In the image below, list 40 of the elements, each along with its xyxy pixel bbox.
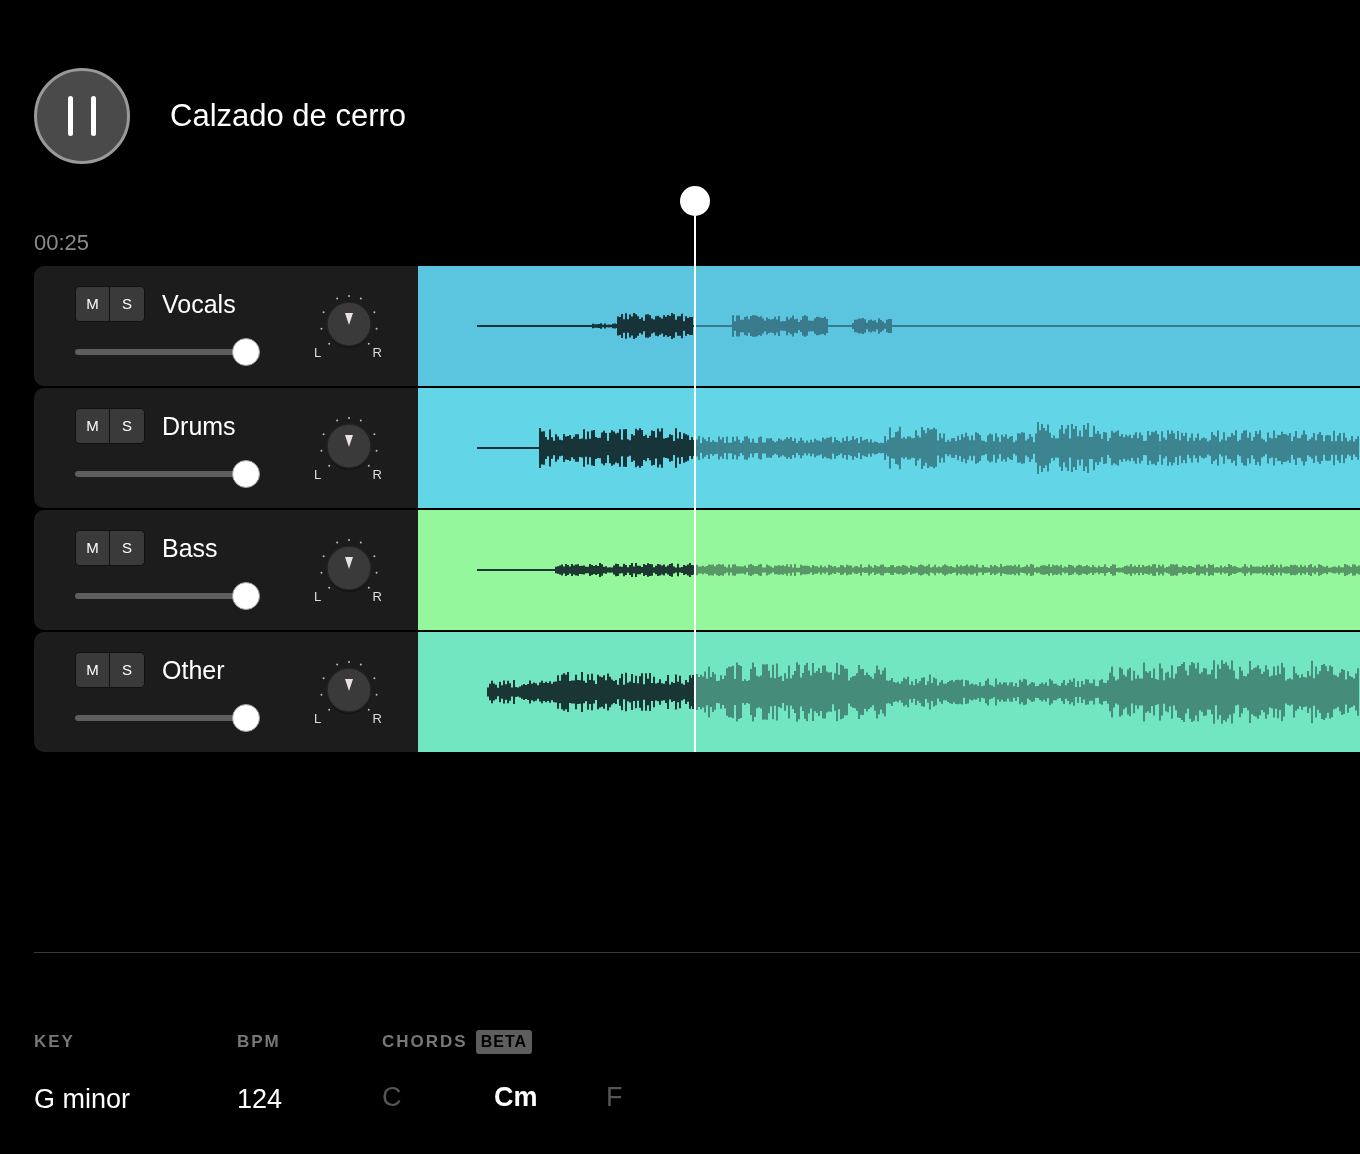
pan-right-label: R <box>372 468 382 481</box>
volume-slider[interactable] <box>75 338 259 366</box>
bpm-label: BPM <box>237 1033 282 1050</box>
time-display: 00:25 <box>34 232 90 254</box>
pan-left-label: L <box>314 468 322 481</box>
pan-left-label: L <box>314 712 322 725</box>
pan-right-label: R <box>372 590 382 603</box>
chord-name: Cm <box>494 1084 539 1111</box>
playhead-handle[interactable] <box>679 186 710 216</box>
solo-button[interactable]: S <box>110 287 144 321</box>
solo-button[interactable]: S <box>110 409 144 443</box>
beta-badge: BETA <box>475 1029 533 1054</box>
track-name: Bass <box>162 535 218 561</box>
track-name: Vocals <box>162 291 236 317</box>
volume-slider[interactable] <box>75 460 259 488</box>
slider-thumb[interactable] <box>232 582 261 610</box>
pan-right-label: R <box>372 346 382 359</box>
mute-button[interactable]: M <box>76 653 110 687</box>
pan-left-label: L <box>314 346 322 359</box>
volume-slider[interactable] <box>75 704 259 732</box>
mute-button[interactable]: M <box>76 531 110 565</box>
slider-thumb[interactable] <box>232 460 261 488</box>
mute-button[interactable]: M <box>76 287 110 321</box>
volume-slider[interactable] <box>75 582 259 610</box>
key-value: G minor <box>34 1086 132 1113</box>
solo-button[interactable]: S <box>110 531 144 565</box>
chord-name: C <box>382 1084 403 1111</box>
pan-right-label: R <box>372 712 382 725</box>
chords-label: CHORDS <box>382 1033 468 1050</box>
song-title: Calzado de cerro <box>170 96 407 135</box>
chord-name: F <box>606 1084 624 1111</box>
mute-button[interactable]: M <box>76 409 110 443</box>
slider-thumb[interactable] <box>232 338 261 366</box>
pan-left-label: L <box>314 590 322 603</box>
track-name: Drums <box>162 413 236 439</box>
bpm-value: 124 <box>237 1086 284 1113</box>
solo-button[interactable]: S <box>110 653 144 687</box>
key-label: KEY <box>34 1033 76 1050</box>
slider-thumb[interactable] <box>232 704 261 732</box>
track-name: Other <box>162 657 225 683</box>
